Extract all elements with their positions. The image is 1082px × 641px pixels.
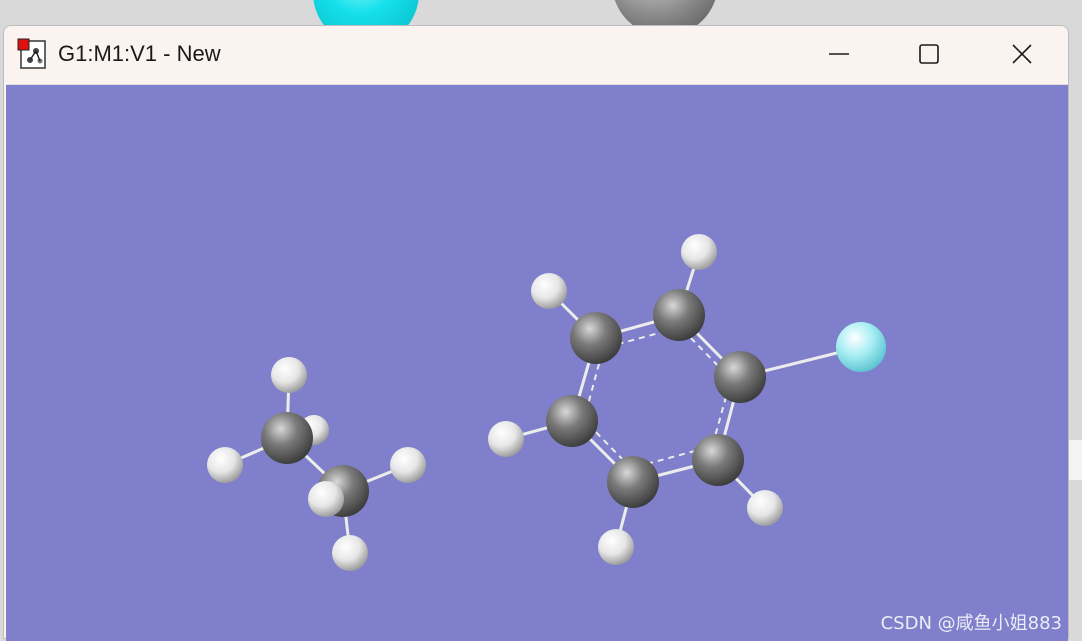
maximize-icon [919,44,939,64]
fluorine-atom[interactable] [836,322,886,372]
carbon-atom[interactable] [714,351,766,403]
title-bar[interactable]: G1:M1:V1 - New [4,26,1068,82]
hydrogen-atom[interactable] [747,490,783,526]
watermark-text: CSDN @咸鱼小姐883 [880,613,1062,634]
minimize-button[interactable] [809,30,869,78]
carbon-atom[interactable] [653,289,705,341]
molecule-canvas[interactable] [6,85,1068,641]
hydrogen-atom[interactable] [531,273,567,309]
carbon-atom[interactable] [546,395,598,447]
carbon-atom[interactable] [607,456,659,508]
maximize-button[interactable] [899,30,959,78]
carbon-atom[interactable] [570,312,622,364]
molecule-view-window[interactable]: G1:M1:V1 - New CSDN @咸鱼小姐883 [3,25,1069,641]
close-button[interactable] [992,30,1052,78]
hydrogen-atom[interactable] [207,447,243,483]
gaussview-app-icon [17,38,46,69]
hydrogen-atom[interactable] [390,447,426,483]
hydrogen-atom[interactable] [488,421,524,457]
carbon-atom[interactable] [692,434,744,486]
molecule-viewport[interactable]: CSDN @咸鱼小姐883 [6,84,1068,641]
minimize-icon [829,53,849,55]
carbon-atom[interactable] [261,412,313,464]
window-title: G1:M1:V1 - New [58,41,221,66]
hydrogen-atom[interactable] [332,535,368,571]
hydrogen-atom[interactable] [681,234,717,270]
hydrogen-atom[interactable] [308,481,344,517]
hydrogen-atom[interactable] [598,529,634,565]
close-icon [1012,44,1032,64]
hydrogen-atom[interactable] [271,357,307,393]
